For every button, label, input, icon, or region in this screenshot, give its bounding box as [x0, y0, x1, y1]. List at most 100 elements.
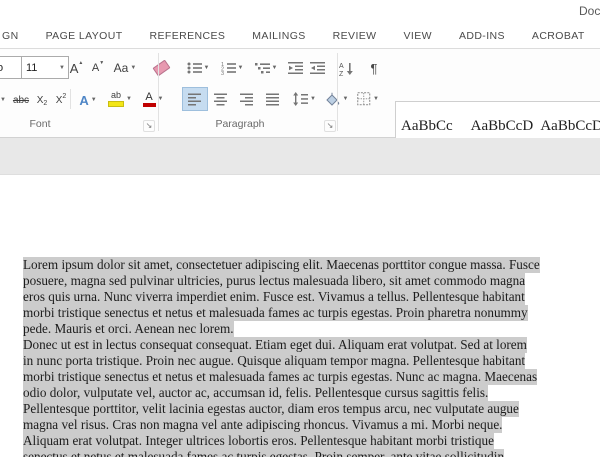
- paragraph-group-label: Paragraph: [200, 118, 280, 130]
- text-effects-icon: A: [79, 93, 88, 108]
- selected-text[interactable]: Aliquam erat volutpat. Integer ultrices …: [23, 433, 494, 449]
- tab-references[interactable]: REFERENCES: [150, 30, 226, 42]
- align-right-button[interactable]: [234, 87, 260, 111]
- text-line: Lorem ipsum dolor sit amet, consectetuer…: [23, 257, 583, 273]
- grow-font-button[interactable]: A ▲: [65, 56, 88, 80]
- up-triangle-icon: ▲: [78, 60, 83, 66]
- style-sample: AaBbCcD: [471, 114, 535, 138]
- font-color-icon: A: [143, 92, 156, 107]
- tab-add-ins[interactable]: ADD-INS: [459, 30, 505, 42]
- tab-view[interactable]: VIEW: [404, 30, 432, 42]
- bullet-list-icon: [187, 61, 202, 75]
- tab-acrobat[interactable]: ACROBAT: [532, 30, 585, 42]
- subscript-2: 2: [43, 100, 47, 107]
- selected-text[interactable]: Lorem ipsum dolor sit amet, consectetuer…: [23, 257, 540, 273]
- svg-text:Z: Z: [339, 71, 344, 76]
- selected-text[interactable]: eros quis urna. Nunc viverra imperdiet e…: [23, 289, 525, 305]
- tab-review[interactable]: REVIEW: [333, 30, 377, 42]
- chevron-down-icon: ▼: [238, 65, 244, 71]
- justify-icon: [266, 93, 280, 106]
- selected-text[interactable]: in nunc porta tristique. Proin nec augue…: [23, 353, 525, 369]
- align-center-icon: [214, 93, 228, 106]
- chevron-down-icon: ▼: [373, 96, 379, 102]
- down-triangle-icon: ▼: [99, 60, 104, 66]
- svg-text:3: 3: [221, 71, 224, 75]
- superscript-button[interactable]: X 2: [50, 88, 72, 112]
- text-line: Aliquam erat volutpat. Integer ultrices …: [23, 433, 583, 449]
- chevron-down-icon: ▼: [343, 96, 349, 102]
- justify-button[interactable]: [260, 87, 286, 111]
- selected-text[interactable]: senectus et netus et malesuada fames ac …: [23, 449, 504, 457]
- ribbon: Ro ▼ 11 ▼ A ▲ A ▼ Aa ▼ ▼ abc: [0, 49, 600, 138]
- text-line: eros quis urna. Nunc viverra imperdiet e…: [23, 289, 583, 305]
- text-line: Pellentesque porttitor, velit lacinia eg…: [23, 401, 583, 417]
- underline-menu-partial[interactable]: ▼: [0, 88, 8, 112]
- decrease-indent-icon: [288, 61, 304, 75]
- text-effects-button[interactable]: A ▼: [73, 88, 103, 112]
- clear-formatting-button[interactable]: [148, 56, 174, 80]
- selected-text[interactable]: Pellentesque porttitor, velit lacinia eg…: [23, 401, 519, 417]
- selected-text[interactable]: magna vel risus. Cras non magna vel ante…: [23, 417, 502, 433]
- show-hide-pilcrow-button[interactable]: ¶: [363, 56, 385, 80]
- font-color-bar: [143, 103, 156, 107]
- change-case-icon: Aa: [114, 61, 129, 75]
- font-size-combo[interactable]: 11 ▼: [21, 56, 69, 79]
- chevron-down-icon: ▼: [126, 96, 132, 102]
- superscript-icon: X: [56, 95, 63, 106]
- text-line: magna vel risus. Cras non magna vel ante…: [23, 417, 583, 433]
- highlighter-icon: ab: [108, 91, 124, 107]
- borders-icon: [357, 92, 371, 106]
- line-spacing-icon: [292, 92, 308, 106]
- selected-text[interactable]: Donec ut est in lectus consequat consequ…: [23, 337, 527, 353]
- selected-text[interactable]: morbi tristique senectus et netus et mal…: [23, 369, 537, 385]
- divider: [70, 89, 71, 109]
- numbered-list-icon: 1 2 3: [221, 61, 236, 75]
- borders-button[interactable]: ▼: [352, 87, 384, 111]
- bullets-button[interactable]: ▼: [182, 56, 214, 80]
- shrink-font-button[interactable]: A ▼: [87, 56, 109, 80]
- grow-font-icon: A: [70, 61, 79, 76]
- group-divider: [337, 53, 338, 131]
- subscript-icon: X: [37, 95, 44, 106]
- group-divider: [158, 53, 159, 131]
- selected-text[interactable]: posuere, magna sed pulvinar ultricies, p…: [23, 273, 525, 289]
- ribbon-tabs: GN PAGE LAYOUT REFERENCES MAILINGS REVIEW VIE…: [0, 24, 600, 49]
- style-sample: AaBbCcD: [540, 114, 600, 138]
- tab-page-layout[interactable]: PAGE LAYOUT: [46, 30, 123, 42]
- font-dialog-launcher-icon[interactable]: ↘: [143, 120, 155, 132]
- text-line: morbi tristique senectus et netus et mal…: [23, 369, 583, 385]
- text-line: Donec ut est in lectus consequat consequ…: [23, 337, 583, 353]
- pilcrow-icon: ¶: [371, 61, 378, 76]
- text-line: morbi tristique senectus et netus et mal…: [23, 305, 583, 321]
- align-left-button[interactable]: [182, 87, 208, 111]
- numbering-button[interactable]: 1 2 3 ▼: [215, 56, 249, 80]
- font-color-button[interactable]: A ▼: [137, 87, 169, 111]
- line-spacing-button[interactable]: ▼: [288, 87, 320, 111]
- align-center-button[interactable]: [208, 87, 234, 111]
- align-right-icon: [240, 93, 254, 106]
- chevron-down-icon: ▼: [91, 97, 97, 103]
- document-title: Doc: [579, 4, 600, 18]
- chevron-down-icon: ▼: [272, 65, 278, 71]
- superscript-2: 2: [62, 93, 66, 100]
- align-left-icon: [188, 93, 202, 106]
- decrease-indent-button[interactable]: [284, 56, 307, 80]
- chevron-down-icon: ▼: [204, 65, 210, 71]
- title-bar: Doc: [0, 0, 600, 24]
- document-text: Lorem ipsum dolor sit amet, consectetuer…: [23, 257, 583, 457]
- selected-text[interactable]: pede. Mauris et orci. Aenean nec lorem.: [23, 321, 234, 337]
- font-name-value: Ro: [0, 62, 3, 74]
- text-line: odio dolor, vulputate vel, auctor ac, ac…: [23, 385, 583, 401]
- tab-gn[interactable]: GN: [2, 30, 19, 42]
- selected-text[interactable]: odio dolor, vulputate vel, auctor ac, ac…: [23, 385, 488, 401]
- paragraph-dialog-launcher-icon[interactable]: ↘: [324, 120, 336, 132]
- change-case-button[interactable]: Aa ▼: [110, 56, 140, 80]
- tab-mailings[interactable]: MAILINGS: [252, 30, 305, 42]
- style-sample: AaBbCc: [401, 114, 465, 138]
- multilevel-list-button[interactable]: ▼: [249, 56, 283, 80]
- shading-button[interactable]: ▼: [320, 87, 352, 111]
- selected-text[interactable]: morbi tristique senectus et netus et mal…: [23, 305, 528, 321]
- text-highlight-button[interactable]: ab ▼: [104, 87, 136, 111]
- multilevel-list-icon: [255, 61, 270, 75]
- increase-indent-button[interactable]: [306, 56, 329, 80]
